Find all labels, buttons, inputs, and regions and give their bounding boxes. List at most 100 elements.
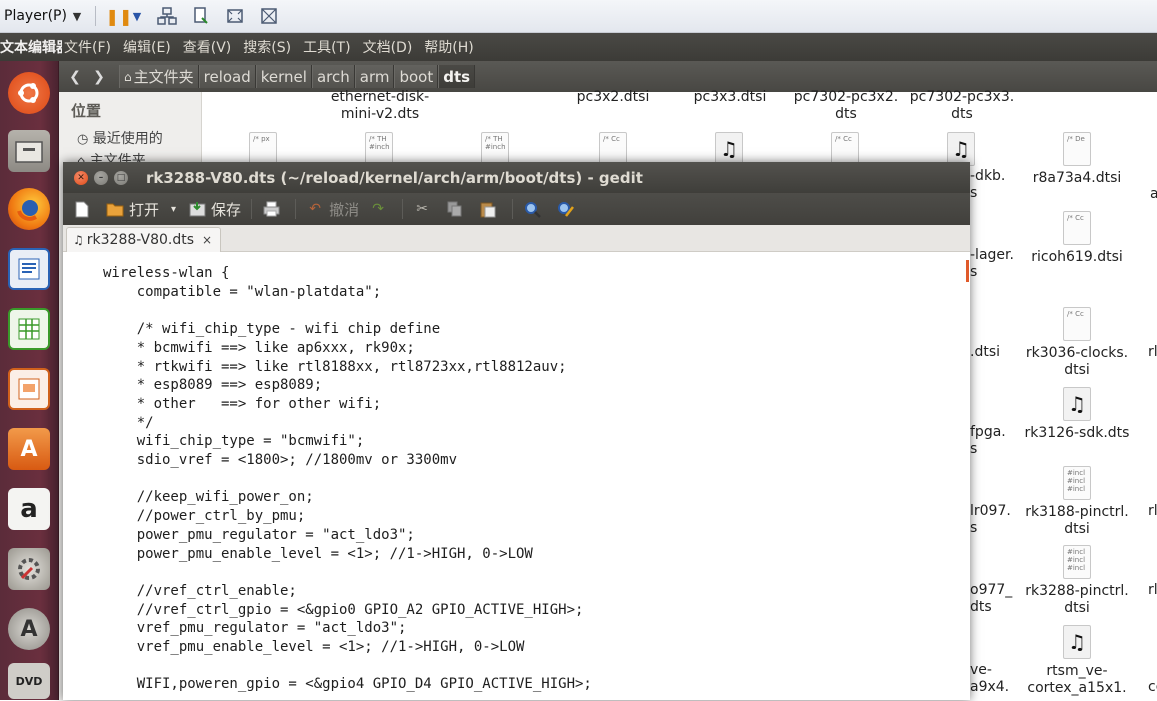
back-icon[interactable]: ❮ <box>63 65 87 89</box>
copy-button[interactable] <box>446 200 469 218</box>
file-name: rtsm_ve- <box>1046 663 1108 679</box>
text-file-icon: /* Cc <box>1063 211 1091 245</box>
partial-file-label: rl <box>1148 344 1157 360</box>
unity-mode-icon[interactable] <box>258 5 280 27</box>
code-line: wifi_chip_type = "bcmwifi"; <box>103 433 365 450</box>
chevron-down-icon: ▾ <box>171 203 177 215</box>
print-button[interactable] <box>262 200 285 218</box>
tab-close-icon[interactable]: × <box>202 233 212 247</box>
dropdown-icon[interactable]: ▼ <box>71 5 83 27</box>
breadcrumb-home[interactable]: ⌂ 主文件夹 <box>119 65 199 88</box>
pause-icon[interactable]: ❚❚ <box>106 5 133 27</box>
code-line: * esp8089 ==> esp8089; <box>103 377 323 394</box>
open-label: 打开 <box>129 200 160 219</box>
file-item[interactable]: pc3x2.dtsi <box>554 89 672 106</box>
document-tab[interactable]: ♫ rk3288-V80.dts × <box>66 227 222 252</box>
undo-button[interactable]: ↶ 撤消 <box>306 199 359 220</box>
partial-file-label: s <box>970 185 978 201</box>
dvd-icon[interactable]: DVD <box>4 661 54 701</box>
paste-button[interactable] <box>479 200 502 218</box>
file-item[interactable]: #incl #incl #incl rk3188-pinctrl. dtsi <box>1018 466 1136 538</box>
fullscreen-icon[interactable] <box>224 5 246 27</box>
file-name: rk3188-pinctrl. <box>1025 504 1129 520</box>
system-settings-icon[interactable] <box>4 543 54 595</box>
file-name: rk3036-clocks. <box>1025 345 1129 361</box>
breadcrumb-reload[interactable]: reload <box>198 65 256 88</box>
new-document-button[interactable] <box>73 200 96 218</box>
amazon-icon[interactable]: a <box>4 483 54 535</box>
place-recent[interactable]: ◷ 最近使用的 <box>77 128 163 148</box>
dropdown-icon[interactable]: ▼ <box>130 5 144 27</box>
file-name: pc7302-pc3x2. <box>793 89 899 105</box>
code-line: * bcmwifi ==> like ap6xxx, rk90x; <box>103 339 415 356</box>
separator <box>402 199 404 219</box>
breadcrumb-boot[interactable]: boot <box>394 65 439 88</box>
place-label: 最近使用的 <box>92 131 163 147</box>
file-item[interactable]: pc7302-pc3x2. dts <box>787 89 905 123</box>
music-file-icon: ♫ <box>73 233 84 247</box>
breadcrumb-dts[interactable]: dts <box>438 65 476 88</box>
breadcrumb-arch[interactable]: arch <box>311 65 355 88</box>
music-file-icon: ♫ <box>1063 625 1091 659</box>
file-item[interactable]: pc7302-pc3x3. dts <box>903 89 1021 123</box>
partial-file-label: s <box>970 264 978 280</box>
menu-help[interactable]: 帮助(H) <box>424 37 473 57</box>
separator <box>94 6 96 26</box>
calc-icon[interactable] <box>4 303 54 355</box>
gedit-window: ✕ – □ rk3288-V80.dts (~/reload/kernel/ar… <box>63 162 970 700</box>
menu-tools[interactable]: 工具(T) <box>303 37 350 57</box>
menu-search[interactable]: 搜索(S) <box>243 37 291 57</box>
ubuntu-logo-icon[interactable] <box>4 67 54 119</box>
copy-icon <box>446 200 464 218</box>
open-dropdown[interactable]: ▾ <box>171 204 176 215</box>
unity-launcher: A a A DVD <box>0 61 59 700</box>
open-button[interactable]: 打开 <box>106 199 159 220</box>
removable-device-icon[interactable] <box>190 5 212 27</box>
breadcrumb-arm[interactable]: arm <box>354 65 395 88</box>
cut-button[interactable]: ✂ <box>413 200 436 218</box>
file-item[interactable]: /* Cc ricoh619.dtsi <box>1018 211 1136 266</box>
writer-icon[interactable] <box>4 243 54 295</box>
file-name: dts <box>951 106 973 122</box>
separator <box>512 199 514 219</box>
firefox-icon[interactable] <box>4 183 54 235</box>
text-file-icon: /* De <box>1063 132 1091 166</box>
gedit-toolbar: 打开 ▾ 保存 ↶ 撤消 ↷ ✂ <box>63 193 970 225</box>
text-file-icon: /* Cc <box>1063 307 1091 341</box>
close-icon[interactable]: ✕ <box>74 170 88 185</box>
maximize-icon[interactable]: □ <box>114 170 128 185</box>
menu-view[interactable]: 查看(V) <box>183 37 232 57</box>
player-menu[interactable]: Player(P) <box>4 8 67 24</box>
file-item[interactable]: /* Cc rk3036-clocks. dtsi <box>1018 307 1136 379</box>
files-icon[interactable] <box>4 125 54 177</box>
breadcrumb-kernel[interactable]: kernel <box>255 65 312 88</box>
scroll-position-marker[interactable] <box>966 260 969 282</box>
menu-documents[interactable]: 文档(D) <box>363 37 413 57</box>
file-item[interactable]: #incl #incl #incl rk3288-pinctrl. dtsi <box>1018 545 1136 617</box>
text-editor[interactable]: wireless-wlan { compatible = "wlan-platd… <box>63 252 970 700</box>
file-item[interactable]: ethernet-disk- mini-v2.dts <box>321 89 439 123</box>
minimize-icon[interactable]: – <box>94 170 108 185</box>
text-file-icon: #incl #incl #incl <box>1063 545 1091 579</box>
update-manager-icon[interactable]: A <box>4 603 54 655</box>
file-item[interactable]: pc3x3.dtsi <box>671 89 789 106</box>
forward-icon[interactable]: ❯ <box>87 65 111 89</box>
redo-button[interactable]: ↷ <box>369 200 392 218</box>
file-item[interactable]: ♫ rk3126-sdk.dts <box>1018 387 1136 442</box>
network-icon[interactable] <box>156 5 178 27</box>
replace-button[interactable] <box>556 200 579 218</box>
software-center-icon[interactable]: A <box>4 423 54 475</box>
find-button[interactable] <box>523 200 546 218</box>
code-line: vref_pmu_regulator = "act_ldo3"; <box>103 620 407 637</box>
file-item[interactable]: ♫ rtsm_ve- cortex_a15x1. <box>1018 625 1136 697</box>
menu-file[interactable]: 文件(F) <box>64 37 111 57</box>
menu-edit[interactable]: 编辑(E) <box>123 37 171 57</box>
separator <box>295 199 297 219</box>
partial-file-label: rl <box>1148 582 1157 598</box>
save-button[interactable]: 保存 <box>188 199 241 220</box>
file-name: dtsi <box>1064 362 1090 378</box>
gedit-titlebar[interactable]: ✕ – □ rk3288-V80.dts (~/reload/kernel/ar… <box>63 162 970 193</box>
impress-icon[interactable] <box>4 363 54 415</box>
file-item[interactable]: /* De r8a73a4.dtsi <box>1018 132 1136 187</box>
